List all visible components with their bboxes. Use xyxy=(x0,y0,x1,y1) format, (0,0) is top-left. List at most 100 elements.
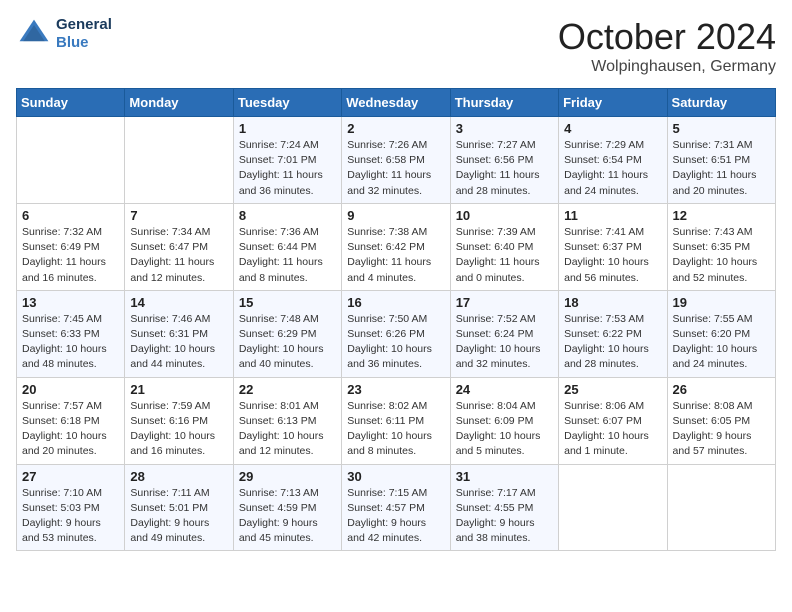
day-number: 2 xyxy=(347,121,444,136)
day-number: 7 xyxy=(130,208,227,223)
day-info: Sunrise: 7:29 AM Sunset: 6:54 PM Dayligh… xyxy=(564,138,661,199)
weekday-header-saturday: Saturday xyxy=(667,89,775,117)
calendar-week-1: 1 Sunrise: 7:24 AM Sunset: 7:01 PM Daylig… xyxy=(17,117,776,204)
calendar-cell: 22 Sunrise: 8:01 AM Sunset: 6:13 PM Dayli… xyxy=(233,377,341,464)
calendar-week-2: 6 Sunrise: 7:32 AM Sunset: 6:49 PM Daylig… xyxy=(17,203,776,290)
calendar-cell: 6 Sunrise: 7:32 AM Sunset: 6:49 PM Daylig… xyxy=(17,203,125,290)
day-info: Sunrise: 7:39 AM Sunset: 6:40 PM Dayligh… xyxy=(456,225,553,286)
calendar-cell: 19 Sunrise: 7:55 AM Sunset: 6:20 PM Dayli… xyxy=(667,290,775,377)
calendar-cell xyxy=(17,117,125,204)
calendar-cell: 29Sunrise: 7:13 AM Sunset: 4:59 PM Dayli… xyxy=(233,464,341,551)
day-info: Sunrise: 8:04 AM Sunset: 6:09 PM Dayligh… xyxy=(456,399,553,460)
day-info: Sunrise: 7:34 AM Sunset: 6:47 PM Dayligh… xyxy=(130,225,227,286)
day-number: 5 xyxy=(673,121,770,136)
day-info: Sunrise: 7:17 AM Sunset: 4:55 PM Dayligh… xyxy=(456,486,553,547)
weekday-header-row: SundayMondayTuesdayWednesdayThursdayFrid… xyxy=(17,89,776,117)
calendar-cell xyxy=(559,464,667,551)
day-info: Sunrise: 7:13 AM Sunset: 4:59 PM Dayligh… xyxy=(239,486,336,547)
day-info: Sunrise: 7:53 AM Sunset: 6:22 PM Dayligh… xyxy=(564,312,661,373)
calendar-cell: 31 Sunrise: 7:17 AM Sunset: 4:55 PM Dayli… xyxy=(450,464,558,551)
day-number: 24 xyxy=(456,382,553,397)
logo-icon xyxy=(16,16,52,52)
day-info: Sunrise: 7:50 AM Sunset: 6:26 PM Dayligh… xyxy=(347,312,444,373)
day-number: 17 xyxy=(456,295,553,310)
calendar-cell: 17 Sunrise: 7:52 AM Sunset: 6:24 PM Dayli… xyxy=(450,290,558,377)
calendar-cell: 10 Sunrise: 7:39 AM Sunset: 6:40 PM Dayli… xyxy=(450,203,558,290)
day-number: 4 xyxy=(564,121,661,136)
calendar-cell: 8 Sunrise: 7:36 AM Sunset: 6:44 PM Daylig… xyxy=(233,203,341,290)
day-number: 13 xyxy=(22,295,119,310)
day-info: Sunrise: 7:57 AM Sunset: 6:18 PM Dayligh… xyxy=(22,399,119,460)
calendar-cell: 16 Sunrise: 7:50 AM Sunset: 6:26 PM Dayli… xyxy=(342,290,450,377)
calendar-cell: 20 Sunrise: 7:57 AM Sunset: 6:18 PM Dayli… xyxy=(17,377,125,464)
day-number: 11 xyxy=(564,208,661,223)
calendar-cell: 23 Sunrise: 8:02 AM Sunset: 6:11 PM Dayli… xyxy=(342,377,450,464)
day-info: Sunrise: 7:27 AM Sunset: 6:56 PM Dayligh… xyxy=(456,138,553,199)
calendar-cell: 28 Sunrise: 7:11 AM Sunset: 5:01 PM Dayli… xyxy=(125,464,233,551)
calendar-cell: 7 Sunrise: 7:34 AM Sunset: 6:47 PM Daylig… xyxy=(125,203,233,290)
calendar-cell: 2 Sunrise: 7:26 AM Sunset: 6:58 PM Daylig… xyxy=(342,117,450,204)
day-info: Sunrise: 7:24 AM Sunset: 7:01 PM Dayligh… xyxy=(239,138,336,199)
calendar-cell: 12Sunrise: 7:43 AM Sunset: 6:35 PM Dayli… xyxy=(667,203,775,290)
calendar-cell: 24 Sunrise: 8:04 AM Sunset: 6:09 PM Dayli… xyxy=(450,377,558,464)
location: Wolpinghausen, Germany xyxy=(558,58,776,76)
calendar-cell: 18 Sunrise: 7:53 AM Sunset: 6:22 PM Dayli… xyxy=(559,290,667,377)
weekday-header-tuesday: Tuesday xyxy=(233,89,341,117)
day-number: 6 xyxy=(22,208,119,223)
day-info: Sunrise: 7:26 AM Sunset: 6:58 PM Dayligh… xyxy=(347,138,444,199)
day-number: 30 xyxy=(347,469,444,484)
day-info: Sunrise: 7:45 AM Sunset: 6:33 PM Dayligh… xyxy=(22,312,119,373)
weekday-header-friday: Friday xyxy=(559,89,667,117)
calendar-cell: 21Sunrise: 7:59 AM Sunset: 6:16 PM Dayli… xyxy=(125,377,233,464)
day-info: Sunrise: 7:55 AM Sunset: 6:20 PM Dayligh… xyxy=(673,312,770,373)
weekday-header-wednesday: Wednesday xyxy=(342,89,450,117)
day-info: Sunrise: 7:48 AM Sunset: 6:29 PM Dayligh… xyxy=(239,312,336,373)
day-number: 8 xyxy=(239,208,336,223)
day-info: Sunrise: 7:59 AM Sunset: 6:16 PM Dayligh… xyxy=(130,399,227,460)
day-number: 16 xyxy=(347,295,444,310)
day-info: Sunrise: 7:46 AM Sunset: 6:31 PM Dayligh… xyxy=(130,312,227,373)
day-number: 14 xyxy=(130,295,227,310)
calendar-cell: 11 Sunrise: 7:41 AM Sunset: 6:37 PM Dayli… xyxy=(559,203,667,290)
day-number: 25 xyxy=(564,382,661,397)
day-info: Sunrise: 7:36 AM Sunset: 6:44 PM Dayligh… xyxy=(239,225,336,286)
day-number: 1 xyxy=(239,121,336,136)
day-number: 18 xyxy=(564,295,661,310)
day-info: Sunrise: 8:02 AM Sunset: 6:11 PM Dayligh… xyxy=(347,399,444,460)
logo-text: General Blue xyxy=(56,16,112,52)
day-info: Sunrise: 7:41 AM Sunset: 6:37 PM Dayligh… xyxy=(564,225,661,286)
day-number: 31 xyxy=(456,469,553,484)
day-number: 9 xyxy=(347,208,444,223)
calendar-week-3: 13 Sunrise: 7:45 AM Sunset: 6:33 PM Dayli… xyxy=(17,290,776,377)
day-info: Sunrise: 8:06 AM Sunset: 6:07 PM Dayligh… xyxy=(564,399,661,460)
calendar-cell: 25 Sunrise: 8:06 AM Sunset: 6:07 PM Dayli… xyxy=(559,377,667,464)
logo: General Blue xyxy=(16,16,112,52)
day-number: 23 xyxy=(347,382,444,397)
day-number: 20 xyxy=(22,382,119,397)
day-number: 22 xyxy=(239,382,336,397)
calendar-cell xyxy=(125,117,233,204)
calendar-cell: 5 Sunrise: 7:31 AM Sunset: 6:51 PM Daylig… xyxy=(667,117,775,204)
day-info: Sunrise: 7:38 AM Sunset: 6:42 PM Dayligh… xyxy=(347,225,444,286)
day-number: 12 xyxy=(673,208,770,223)
title-block: October 2024 Wolpinghausen, Germany xyxy=(558,16,776,76)
day-info: Sunrise: 7:52 AM Sunset: 6:24 PM Dayligh… xyxy=(456,312,553,373)
weekday-header-sunday: Sunday xyxy=(17,89,125,117)
day-number: 27 xyxy=(22,469,119,484)
calendar-cell: 27 Sunrise: 7:10 AM Sunset: 5:03 PM Dayli… xyxy=(17,464,125,551)
day-info: Sunrise: 7:11 AM Sunset: 5:01 PM Dayligh… xyxy=(130,486,227,547)
day-info: Sunrise: 7:10 AM Sunset: 5:03 PM Dayligh… xyxy=(22,486,119,547)
calendar-cell xyxy=(667,464,775,551)
day-info: Sunrise: 7:15 AM Sunset: 4:57 PM Dayligh… xyxy=(347,486,444,547)
day-number: 15 xyxy=(239,295,336,310)
day-number: 10 xyxy=(456,208,553,223)
day-number: 3 xyxy=(456,121,553,136)
month-title: October 2024 xyxy=(558,16,776,58)
day-number: 19 xyxy=(673,295,770,310)
day-info: Sunrise: 7:32 AM Sunset: 6:49 PM Dayligh… xyxy=(22,225,119,286)
weekday-header-thursday: Thursday xyxy=(450,89,558,117)
day-info: Sunrise: 7:31 AM Sunset: 6:51 PM Dayligh… xyxy=(673,138,770,199)
day-info: Sunrise: 8:01 AM Sunset: 6:13 PM Dayligh… xyxy=(239,399,336,460)
calendar-cell: 3 Sunrise: 7:27 AM Sunset: 6:56 PM Daylig… xyxy=(450,117,558,204)
day-number: 28 xyxy=(130,469,227,484)
